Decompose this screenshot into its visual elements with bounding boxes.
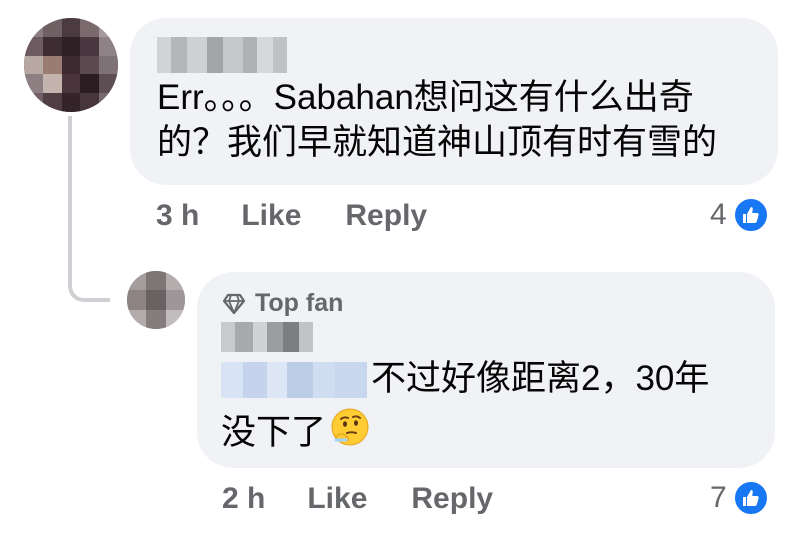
author-name-blurred[interactable]	[157, 37, 287, 73]
comment-text-line-2: 的？我们早就知道神山顶有时有雪的	[157, 123, 718, 162]
reply-text-line-2: 没下了	[221, 407, 370, 458]
thread-connector-line	[68, 116, 110, 302]
comment-timestamp[interactable]: 3 h	[156, 199, 199, 233]
badge-label: Top fan	[255, 289, 344, 317]
reply-text-line-1: 不过好像距离2，30年	[371, 359, 710, 398]
reaction-count: 7	[710, 481, 727, 514]
like-button[interactable]: Like	[307, 482, 367, 516]
avatar[interactable]	[127, 271, 185, 329]
reply-text-line-2-text: 没下了	[221, 413, 327, 452]
comment-text-line-1: Err。。。Sabahan想问这有什么出奇	[157, 78, 694, 117]
like-button[interactable]: Like	[241, 199, 301, 233]
mention-tag-blurred[interactable]	[221, 362, 367, 398]
reaction-summary[interactable]: 7	[710, 480, 769, 516]
author-name-blurred[interactable]	[221, 322, 313, 352]
reply-button[interactable]: Reply	[345, 199, 427, 233]
avatar[interactable]	[24, 18, 118, 112]
top-fan-badge: Top fan	[222, 289, 343, 318]
like-icon	[732, 480, 769, 516]
comment-actions: 3 h Like Reply	[156, 199, 427, 233]
diamond-icon	[222, 293, 246, 314]
thinking-face-emoji	[330, 407, 370, 458]
like-icon	[732, 197, 769, 233]
reply-timestamp[interactable]: 2 h	[222, 482, 265, 516]
reply-actions: 2 h Like Reply	[222, 482, 493, 516]
comment-text: Err。。。Sabahan想问这有什么出奇 的？我们早就知道神山顶有时有雪的	[157, 75, 757, 165]
reaction-summary[interactable]: 4	[710, 197, 769, 233]
reaction-count: 4	[710, 198, 727, 231]
reply-button[interactable]: Reply	[411, 482, 493, 516]
